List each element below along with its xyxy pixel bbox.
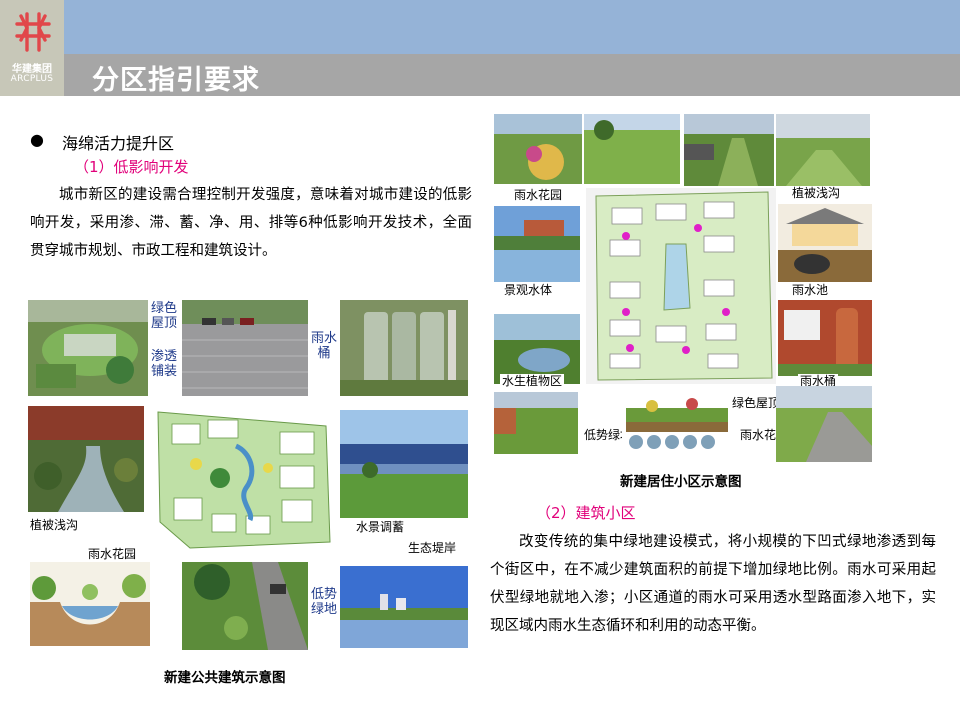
photo-landscape-water bbox=[494, 206, 580, 282]
paragraph-residential: 改变传统的集中绿地建设模式，将小规模的下凹式绿地渗透到每个街区中，在不减少建筑面… bbox=[490, 534, 936, 634]
label-green-roof: 绿色屋顶 bbox=[150, 300, 178, 330]
photo-rain-tank bbox=[340, 300, 468, 396]
label-water-storage: 水景调蓄 bbox=[354, 520, 407, 535]
arcplus-logo-icon bbox=[15, 12, 51, 52]
photo-water-storage bbox=[340, 410, 468, 518]
public-site-plan bbox=[150, 402, 336, 552]
bullet-icon: ● bbox=[30, 130, 44, 149]
photo-low-green-area bbox=[494, 392, 578, 454]
label-grass-swale: 植被浅沟 bbox=[28, 518, 81, 533]
photo-eco-bank bbox=[340, 566, 468, 648]
brand-name-en: ARCPLUS bbox=[10, 74, 54, 84]
label-landscape-water: 景观水体 bbox=[502, 283, 555, 298]
label-rain-garden: 雨水花园 bbox=[86, 547, 139, 562]
photo-res-rain-tank bbox=[778, 300, 872, 376]
label-permeable-paving: 渗透铺装 bbox=[150, 348, 178, 378]
photo-green-roof-section bbox=[622, 394, 732, 460]
residential-site-plan bbox=[586, 188, 776, 384]
label-low-green: 低势绿地 bbox=[310, 586, 338, 616]
photo-res-grass-swale bbox=[776, 114, 870, 186]
photo-rain-garden-section bbox=[30, 562, 150, 646]
photo-permeable-paving bbox=[182, 300, 308, 396]
photo-grass-swale bbox=[28, 406, 144, 512]
caption-public-buildings: 新建公共建筑示意图 bbox=[164, 670, 286, 686]
brand-logo-block: 华建集团 ARCPLUS bbox=[0, 0, 64, 96]
photo-green-roof bbox=[28, 300, 148, 396]
label-green-roof: 绿色屋顶 bbox=[730, 396, 783, 411]
photo-res-lawn bbox=[584, 114, 680, 184]
photo-low-green-road bbox=[182, 562, 308, 650]
brand-name-cn: 华建集团 bbox=[12, 64, 52, 75]
caption-residential: 新建居住小区示意图 bbox=[620, 474, 742, 490]
subheading-low-impact: （1）低影响开发 bbox=[74, 158, 189, 176]
subheading-residential: （2）建筑小区 bbox=[536, 504, 636, 522]
section-heading: 海绵活力提升区 bbox=[62, 134, 175, 153]
photo-res-road-swale bbox=[776, 386, 872, 462]
page-title: 分区指引要求 bbox=[92, 65, 260, 96]
label-rain-pool: 雨水池 bbox=[790, 283, 831, 298]
photo-rain-pool bbox=[778, 204, 872, 282]
header-band-top bbox=[64, 0, 960, 54]
label-aquatic-plants: 水生植物区 bbox=[500, 374, 565, 389]
photo-res-rain-garden bbox=[494, 114, 582, 184]
paragraph-low-impact: 城市新区的建设需合理控制开发强度，意味着对城市建设的低影响开发，采用渗、滞、蓄、… bbox=[30, 187, 472, 259]
label-res-rain-garden: 雨水花园 bbox=[512, 188, 565, 203]
label-rain-tank: 雨水桶 bbox=[310, 330, 338, 360]
photo-res-swale bbox=[684, 114, 774, 186]
label-eco-bank: 生态堤岸 bbox=[406, 541, 459, 556]
label-res-grass-swale: 植被浅沟 bbox=[790, 186, 843, 201]
